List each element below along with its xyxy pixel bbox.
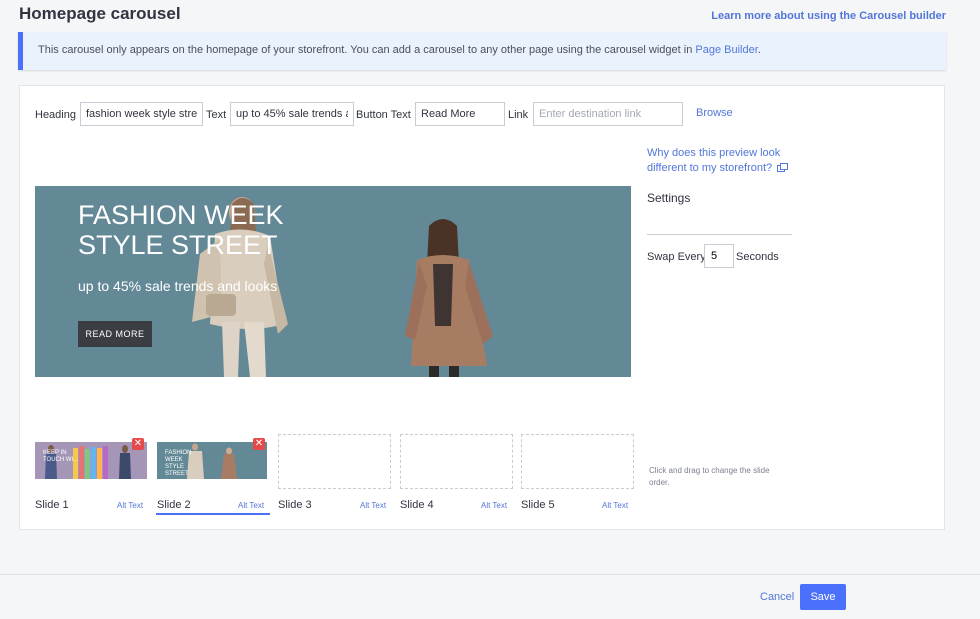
slide-1-thumb-text: KEEP IN TOUCH WI... — [43, 450, 79, 463]
heading-label: Heading — [35, 109, 76, 121]
link-label: Link — [508, 109, 529, 121]
heading-input[interactable] — [80, 102, 203, 126]
notice-text: This carousel only appears on the homepa… — [38, 44, 696, 56]
seconds-label: Seconds — [736, 251, 779, 263]
cancel-button[interactable]: Cancel — [760, 591, 794, 603]
preview-note-line-2: different to my storefront? — [647, 161, 789, 176]
external-window-icon — [777, 163, 789, 172]
model-image-right — [405, 219, 493, 377]
preview-heading: FASHION WEEK STYLE STREET — [78, 200, 284, 260]
carousel-preview: FASHION WEEK STYLE STREET up to 45% sale… — [35, 186, 631, 377]
alt-text-link[interactable]: Alt Text — [238, 501, 264, 510]
save-button[interactable]: Save — [800, 584, 846, 610]
preview-text: up to 45% sale trends and looks — [78, 278, 278, 294]
active-slide-indicator — [156, 513, 270, 515]
preview-note-line-1: Why does this preview look — [647, 147, 781, 159]
settings-title: Settings — [647, 191, 691, 205]
swap-seconds-input[interactable] — [704, 244, 734, 268]
learn-more-link[interactable]: Learn more about using the Carousel buil… — [711, 10, 946, 22]
page-builder-link[interactable]: Page Builder — [695, 44, 757, 56]
slide-thumbnail-empty[interactable] — [278, 434, 391, 489]
preview-note-line-2-text: different to my storefront? — [647, 162, 773, 174]
slide-label[interactable]: Slide 3 — [278, 499, 312, 511]
alt-text-link[interactable]: Alt Text — [481, 501, 507, 510]
alt-text-link[interactable]: Alt Text — [602, 501, 628, 510]
close-icon[interactable]: ✕ — [132, 438, 144, 450]
swap-every-label: Swap Every — [647, 251, 706, 263]
slide-2-thumb-text: FASHION WEEK STYLE STREET — [165, 450, 192, 477]
slide-label[interactable]: Slide 1 — [35, 499, 69, 511]
notice-suffix: . — [757, 44, 761, 56]
button-text-input[interactable] — [415, 102, 505, 126]
preview-read-more-button: READ MORE — [78, 321, 152, 347]
slide-thumbnail-empty[interactable] — [400, 434, 513, 489]
browse-link[interactable]: Browse — [696, 107, 733, 119]
slide-thumbnail-empty[interactable] — [521, 434, 634, 489]
slide-label[interactable]: Slide 4 — [400, 499, 434, 511]
slide-label[interactable]: Slide 5 — [521, 499, 555, 511]
text-label: Text — [206, 109, 227, 121]
text-input[interactable] — [230, 102, 354, 126]
alt-text-link[interactable]: Alt Text — [360, 501, 386, 510]
carousel-editor-card: Heading Text Button Text Link Browse Why… — [19, 85, 945, 530]
slide-label[interactable]: Slide 2 — [157, 499, 191, 511]
close-icon[interactable]: ✕ — [253, 438, 265, 450]
alt-text-link[interactable]: Alt Text — [117, 501, 143, 510]
button-text-label: Button Text — [356, 109, 411, 121]
drag-hint: Click and drag to change the slide order… — [649, 466, 770, 487]
slide-thumbnail[interactable]: FASHION WEEK STYLE STREET — [157, 442, 267, 479]
info-notice: This carousel only appears on the homepa… — [18, 32, 946, 70]
settings-divider — [647, 234, 792, 235]
preview-difference-link[interactable]: Why does this preview look different to … — [647, 146, 789, 176]
page-title: Homepage carousel — [19, 4, 181, 23]
slide-thumbnail[interactable]: KEEP IN TOUCH WI... — [35, 442, 147, 479]
link-input[interactable] — [533, 102, 683, 126]
